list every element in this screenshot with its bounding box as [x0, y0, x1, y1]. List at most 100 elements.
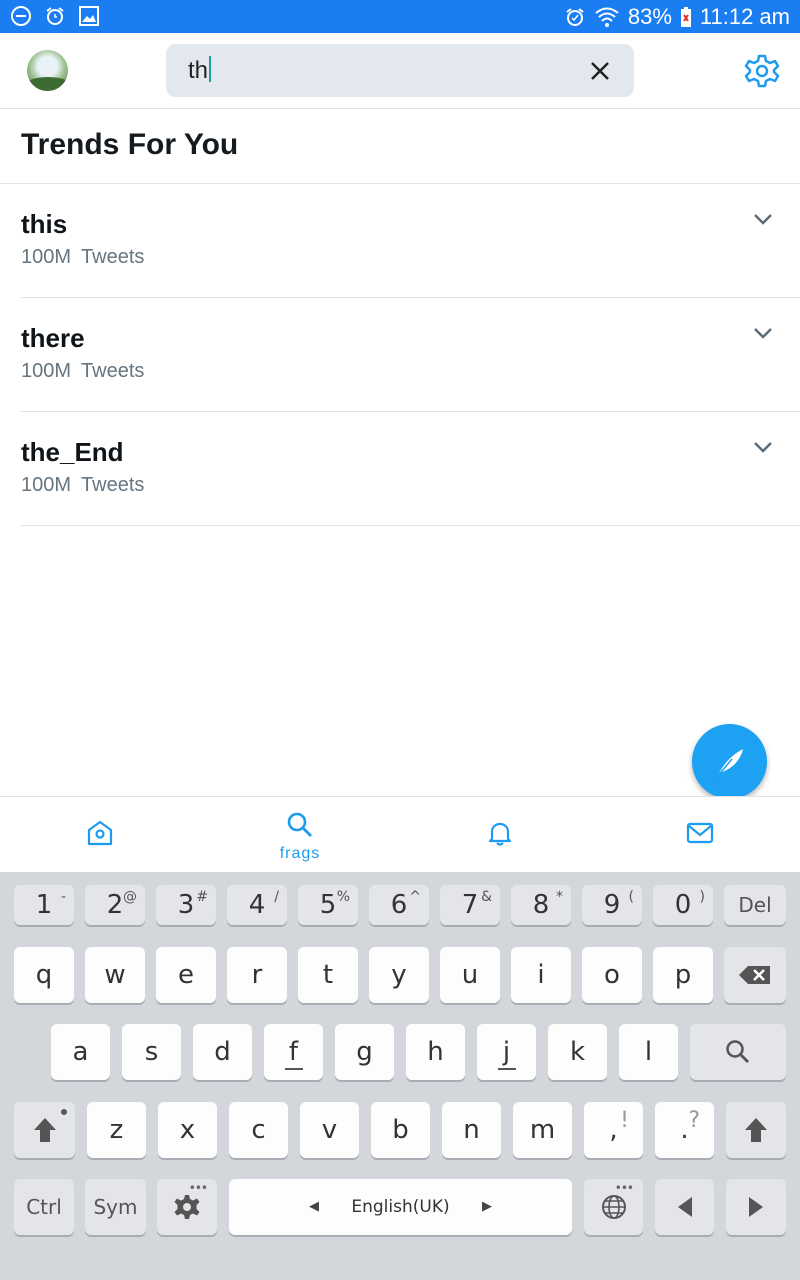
key-o[interactable]: o	[582, 947, 642, 1003]
key-label: r	[251, 960, 263, 990]
trend-meta: 100M Tweets	[21, 360, 144, 383]
key-g[interactable]: g	[335, 1024, 394, 1080]
key-cursor-left[interactable]	[655, 1179, 714, 1235]
key-label: w	[104, 960, 126, 990]
key-a[interactable]: a	[51, 1024, 110, 1080]
key-i[interactable]: i	[511, 947, 571, 1003]
key-9[interactable]: 9(	[582, 885, 642, 925]
key-alt-label: &	[481, 889, 492, 905]
clear-search-button[interactable]	[586, 57, 614, 85]
key-4[interactable]: 4/	[227, 885, 287, 925]
key-0[interactable]: 0)	[653, 885, 713, 925]
key-alt-label: ^	[409, 889, 421, 905]
key-language[interactable]: •••	[584, 1179, 643, 1235]
nav-search[interactable]: frags	[200, 797, 400, 873]
key-1[interactable]: 1-	[14, 885, 74, 925]
key-label: ,	[609, 1115, 618, 1145]
status-time: 11:12 am	[699, 3, 790, 29]
key-c[interactable]: c	[229, 1102, 288, 1158]
key-t[interactable]: t	[298, 947, 358, 1003]
key-label: y	[391, 960, 407, 990]
key-label: 8	[532, 890, 550, 920]
key-label: 1	[35, 890, 53, 920]
key-backspace[interactable]	[724, 947, 786, 1003]
key-w[interactable]: w	[85, 947, 145, 1003]
key-label: p	[674, 960, 692, 990]
key-5[interactable]: 5%	[298, 885, 358, 925]
compose-tweet-button[interactable]	[692, 724, 767, 799]
key-label: s	[144, 1037, 159, 1067]
key-2[interactable]: 2 @	[85, 885, 145, 925]
key-y[interactable]: y	[369, 947, 429, 1003]
language-label: English(UK)	[351, 1197, 450, 1217]
on-screen-keyboard: 1- 2 @ 3 # 4/ 5% 6 ^ 7 & 8 * 9( 0) Del q w e …	[0, 872, 800, 1280]
key-p[interactable]: p	[653, 947, 713, 1003]
home-key-marker	[284, 1068, 303, 1070]
key-ctrl[interactable]: Ctrl	[14, 1179, 74, 1235]
top-bar: th	[0, 33, 800, 109]
chevron-down-icon[interactable]	[752, 440, 774, 454]
key-u[interactable]: u	[440, 947, 500, 1003]
nav-home[interactable]	[0, 797, 200, 873]
key-l[interactable]: l	[619, 1024, 678, 1080]
search-box[interactable]: th	[166, 44, 634, 97]
key-label: Sym	[93, 1195, 138, 1219]
nav-notifications[interactable]	[400, 797, 600, 873]
key-j[interactable]: j	[477, 1024, 536, 1080]
key-7[interactable]: 7 &	[440, 885, 500, 925]
page-title: Trends For You	[21, 128, 239, 161]
avatar[interactable]	[27, 50, 68, 91]
key-search[interactable]	[690, 1024, 786, 1080]
key-m[interactable]: m	[513, 1102, 572, 1158]
trend-item-there[interactable]: there 100M Tweets	[21, 298, 800, 412]
settings-button[interactable]	[744, 53, 780, 89]
shift-icon	[33, 1118, 56, 1142]
key-shift-right[interactable]	[726, 1102, 786, 1158]
key-delete[interactable]: Del	[724, 885, 786, 925]
key-d[interactable]: d	[193, 1024, 252, 1080]
key-label: d	[214, 1037, 231, 1067]
key-settings[interactable]: •••	[157, 1179, 217, 1235]
key-q[interactable]: q	[14, 947, 74, 1003]
key-8[interactable]: 8 *	[511, 885, 571, 925]
text-caret	[209, 56, 212, 82]
trend-item-the-end[interactable]: the_End 100M Tweets	[21, 412, 800, 526]
key-sym[interactable]: Sym	[85, 1179, 146, 1235]
trend-name: this	[21, 209, 68, 239]
key-h[interactable]: h	[406, 1024, 465, 1080]
key-k[interactable]: k	[548, 1024, 607, 1080]
key-z[interactable]: z	[87, 1102, 146, 1158]
status-bar: 83% 11:12 am	[0, 0, 800, 33]
shift-icon	[745, 1118, 767, 1142]
battery-icon	[680, 6, 691, 27]
key-shift-left[interactable]	[14, 1102, 75, 1158]
trend-item-this[interactable]: this 100M Tweets	[21, 184, 800, 298]
key-comma[interactable]: ,!	[584, 1102, 643, 1158]
key-3[interactable]: 3 #	[156, 885, 216, 925]
nav-messages[interactable]	[600, 797, 800, 873]
key-alt-label: (	[628, 889, 634, 905]
key-x[interactable]: x	[158, 1102, 217, 1158]
key-e[interactable]: e	[156, 947, 216, 1003]
key-alt-label: %	[336, 889, 350, 905]
key-label: 2	[106, 890, 124, 920]
key-s[interactable]: s	[122, 1024, 181, 1080]
mail-icon	[686, 822, 714, 844]
trend-unit: Tweets	[81, 246, 145, 268]
key-f[interactable]: f	[264, 1024, 323, 1080]
key-r[interactable]: r	[227, 947, 287, 1003]
chevron-down-icon[interactable]	[752, 326, 774, 340]
key-period[interactable]: .?	[655, 1102, 714, 1158]
key-alt-label: @	[123, 889, 137, 905]
key-space[interactable]: ◀ English(UK) ▶	[229, 1179, 572, 1235]
arrow-right-small-icon: ▶	[482, 1199, 492, 1214]
key-n[interactable]: n	[442, 1102, 501, 1158]
key-alt-label: *	[556, 889, 563, 905]
key-v[interactable]: v	[300, 1102, 359, 1158]
search-input[interactable]: th	[188, 56, 212, 85]
key-b[interactable]: b	[371, 1102, 430, 1158]
chevron-down-icon[interactable]	[752, 212, 774, 226]
key-6[interactable]: 6 ^	[369, 885, 429, 925]
key-label: Del	[738, 893, 772, 917]
key-cursor-right[interactable]	[726, 1179, 786, 1235]
